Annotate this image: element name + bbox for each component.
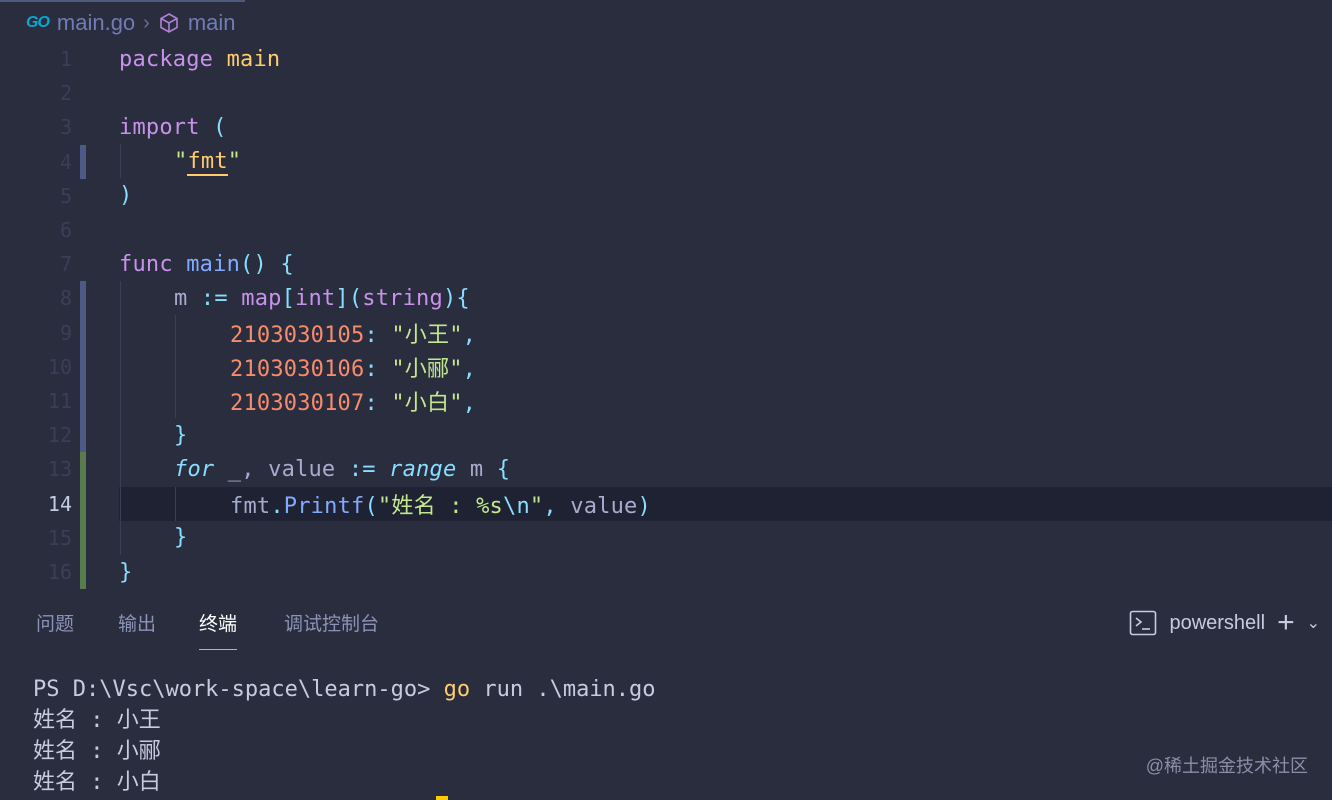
line-number: 1	[59, 47, 72, 72]
line-number: 12	[47, 423, 72, 448]
line-number: 3	[59, 115, 72, 140]
code-line: 8 m := map[int](string){	[0, 281, 1332, 316]
tab-active-indicator	[0, 0, 245, 2]
gutter-modified-marker[interactable]	[80, 144, 86, 179]
code-text: "fmt"	[174, 149, 242, 177]
code-line: 13 for _, value := range m {	[0, 452, 1332, 487]
go-file-icon: GO	[26, 14, 50, 31]
line-number: 4	[59, 149, 72, 174]
line-number: 9	[59, 320, 72, 345]
chevron-down-icon[interactable]: ⌄	[1307, 613, 1320, 633]
code-line: 10 2103030106: "小郦",	[0, 349, 1332, 384]
gutter-added-marker[interactable]	[80, 555, 86, 590]
line-number: 10	[47, 354, 72, 379]
terminal-icon[interactable]	[1129, 610, 1157, 636]
tab-problems[interactable]: 问题	[36, 610, 74, 650]
code-line: 16 }	[0, 555, 1332, 590]
line-number: 11	[47, 389, 72, 414]
tab-output[interactable]: 输出	[118, 610, 156, 650]
code-text: }	[174, 525, 188, 551]
line-number: 16	[47, 560, 72, 585]
breadcrumb: GO main.go › main	[26, 6, 236, 40]
code-line: 15 }	[0, 520, 1332, 555]
panel-actions: powershell + ⌄	[1129, 608, 1320, 638]
line-number: 8	[59, 286, 72, 311]
gutter-modified-marker[interactable]	[80, 384, 86, 419]
terminal-command-line: PS D:\Vsc\work-space\learn-go> go run .\…	[33, 677, 656, 702]
line-number: 15	[47, 525, 72, 550]
line-number: 14	[47, 491, 72, 516]
gutter-modified-marker[interactable]	[80, 281, 86, 316]
line-number: 2	[59, 81, 72, 106]
terminal-output[interactable]: PS D:\Vsc\work-space\learn-go> go run .\…	[33, 674, 656, 798]
terminal-shell-name[interactable]: powershell	[1169, 612, 1265, 635]
terminal-cursor	[436, 796, 448, 800]
indent-guide	[175, 487, 176, 521]
watermark: @稀土掘金技术社区	[1145, 756, 1308, 776]
gutter-added-marker[interactable]	[80, 452, 86, 487]
code-line: 4 "fmt"	[0, 144, 1332, 179]
gutter-added-marker[interactable]	[80, 486, 86, 521]
plus-icon[interactable]: +	[1277, 608, 1295, 638]
code-text: 2103030105: "小王",	[230, 322, 477, 348]
code-text: 2103030107: "小白",	[230, 391, 477, 417]
breadcrumb-file[interactable]: main.go	[57, 10, 135, 36]
indent-guide	[120, 281, 121, 555]
code-line-current: 14 fmt.Printf("姓名 : %s\n", value)	[0, 486, 1332, 521]
tab-debug-console[interactable]: 调试控制台	[284, 610, 379, 650]
terminal-output-line: 姓名 : 小郦	[33, 739, 161, 764]
symbol-cube-icon	[158, 12, 180, 34]
code-text: for _, value := range m {	[174, 456, 511, 482]
breadcrumb-symbol[interactable]: main	[188, 10, 236, 36]
code-text: import (	[119, 114, 227, 140]
gutter-modified-marker[interactable]	[80, 315, 86, 350]
code-text: fmt.Printf("姓名 : %s\n", value)	[230, 493, 651, 519]
code-text: m := map[int](string){	[174, 285, 470, 311]
terminal-output-line: 姓名 : 小王	[33, 708, 161, 733]
indent-guide	[120, 144, 121, 178]
indent-guide	[175, 315, 176, 418]
terminal-output-line: 姓名 : 小白	[33, 770, 161, 795]
code-line: 7 func main() {	[0, 247, 1332, 281]
tab-terminal[interactable]: 终端	[199, 610, 238, 650]
code-text: }	[174, 422, 188, 448]
code-line: 3 import (	[0, 110, 1332, 144]
gutter-modified-marker[interactable]	[80, 418, 86, 453]
code-text: 2103030106: "小郦",	[230, 356, 477, 382]
line-number: 7	[59, 252, 72, 277]
code-text: package main	[119, 46, 281, 72]
code-line: 2	[0, 76, 1332, 110]
line-number: 5	[59, 183, 72, 208]
code-line: 5 )	[0, 179, 1332, 213]
code-editor[interactable]: 1 package main 2 3 import ( 4 "fmt" 5 ) …	[0, 42, 1332, 594]
chevron-right-icon: ›	[143, 11, 150, 34]
gutter-modified-marker[interactable]	[80, 349, 86, 384]
code-text: }	[119, 559, 133, 585]
code-text: func main() {	[119, 251, 294, 277]
code-line: 6	[0, 213, 1332, 247]
code-text: )	[119, 183, 133, 209]
code-line: 11 2103030107: "小白",	[0, 384, 1332, 419]
code-line: 1 package main	[0, 42, 1332, 76]
line-number: 13	[47, 457, 72, 482]
gutter-added-marker[interactable]	[80, 520, 86, 555]
code-line: 12 }	[0, 418, 1332, 453]
code-line: 9 2103030105: "小王",	[0, 315, 1332, 350]
line-number: 6	[59, 218, 72, 243]
